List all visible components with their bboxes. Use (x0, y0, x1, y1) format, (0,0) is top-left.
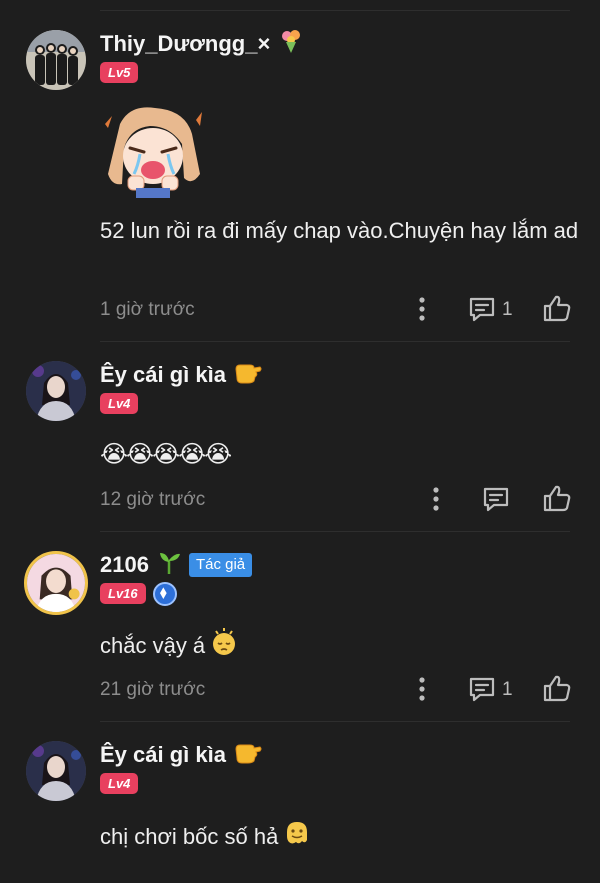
comment-text: chị chơi bốc số hả (100, 820, 580, 856)
crying-girl-sticker (100, 104, 206, 198)
more-options-icon[interactable] (428, 486, 444, 512)
like-icon[interactable] (542, 484, 572, 512)
avatar[interactable] (24, 551, 88, 615)
avatar[interactable] (26, 741, 86, 801)
username-text: 2106 (100, 552, 149, 577)
comment-time: 21 giờ trước (100, 679, 206, 700)
avatar[interactable] (26, 361, 86, 421)
username-text: Êy cái gì kìa (100, 742, 226, 767)
like-icon[interactable] (542, 294, 572, 322)
level-badge: Lv4 (100, 393, 139, 414)
verified-badge-icon (153, 582, 177, 606)
avatar[interactable] (26, 30, 86, 90)
username-text: Êy cái gì kìa (100, 362, 226, 387)
melting-face-icon (284, 820, 310, 856)
comment-text: chắc vậy á (100, 628, 580, 666)
username[interactable]: Thiy_Dươngg_× (100, 28, 304, 60)
divider (100, 531, 570, 532)
pointing-hand-icon (234, 739, 262, 771)
like-icon[interactable] (542, 674, 572, 702)
comment-text: 52 lun rồi ra đi mấy chap vào.Chuyện hay… (100, 218, 579, 243)
divider (100, 721, 570, 722)
comment-text-value: chị chơi bốc số hả (100, 824, 279, 849)
pointing-hand-icon (234, 359, 262, 391)
seedling-icon (157, 549, 181, 581)
comment-time: 12 giờ trước (100, 489, 206, 510)
author-tag: Tác giả (188, 553, 253, 577)
reply-icon[interactable] (468, 296, 496, 322)
comment-time: 1 giờ trước (100, 299, 195, 320)
bouquet-icon (278, 28, 304, 60)
username-text: Thiy_Dươngg_× (100, 31, 271, 56)
level-badge: Lv4 (100, 773, 139, 794)
reply-count: 1 (502, 299, 513, 320)
comment-text: 😭😭😭😭😭 (100, 441, 232, 468)
username[interactable]: 2106 Tác giả (100, 549, 253, 581)
sleepy-face-icon (211, 628, 237, 666)
more-options-icon[interactable] (414, 676, 430, 702)
level-badge: Lv5 (100, 62, 139, 83)
username[interactable]: Êy cái gì kìa (100, 359, 262, 391)
reply-icon[interactable] (482, 486, 510, 512)
username[interactable]: Êy cái gì kìa (100, 739, 262, 771)
comment-text-value: chắc vậy á (100, 632, 206, 658)
reply-count: 1 (502, 679, 513, 700)
divider (100, 10, 570, 11)
more-options-icon[interactable] (414, 296, 430, 322)
reply-icon[interactable] (468, 676, 496, 702)
level-badge: Lv16 (100, 583, 146, 604)
divider (100, 341, 570, 342)
